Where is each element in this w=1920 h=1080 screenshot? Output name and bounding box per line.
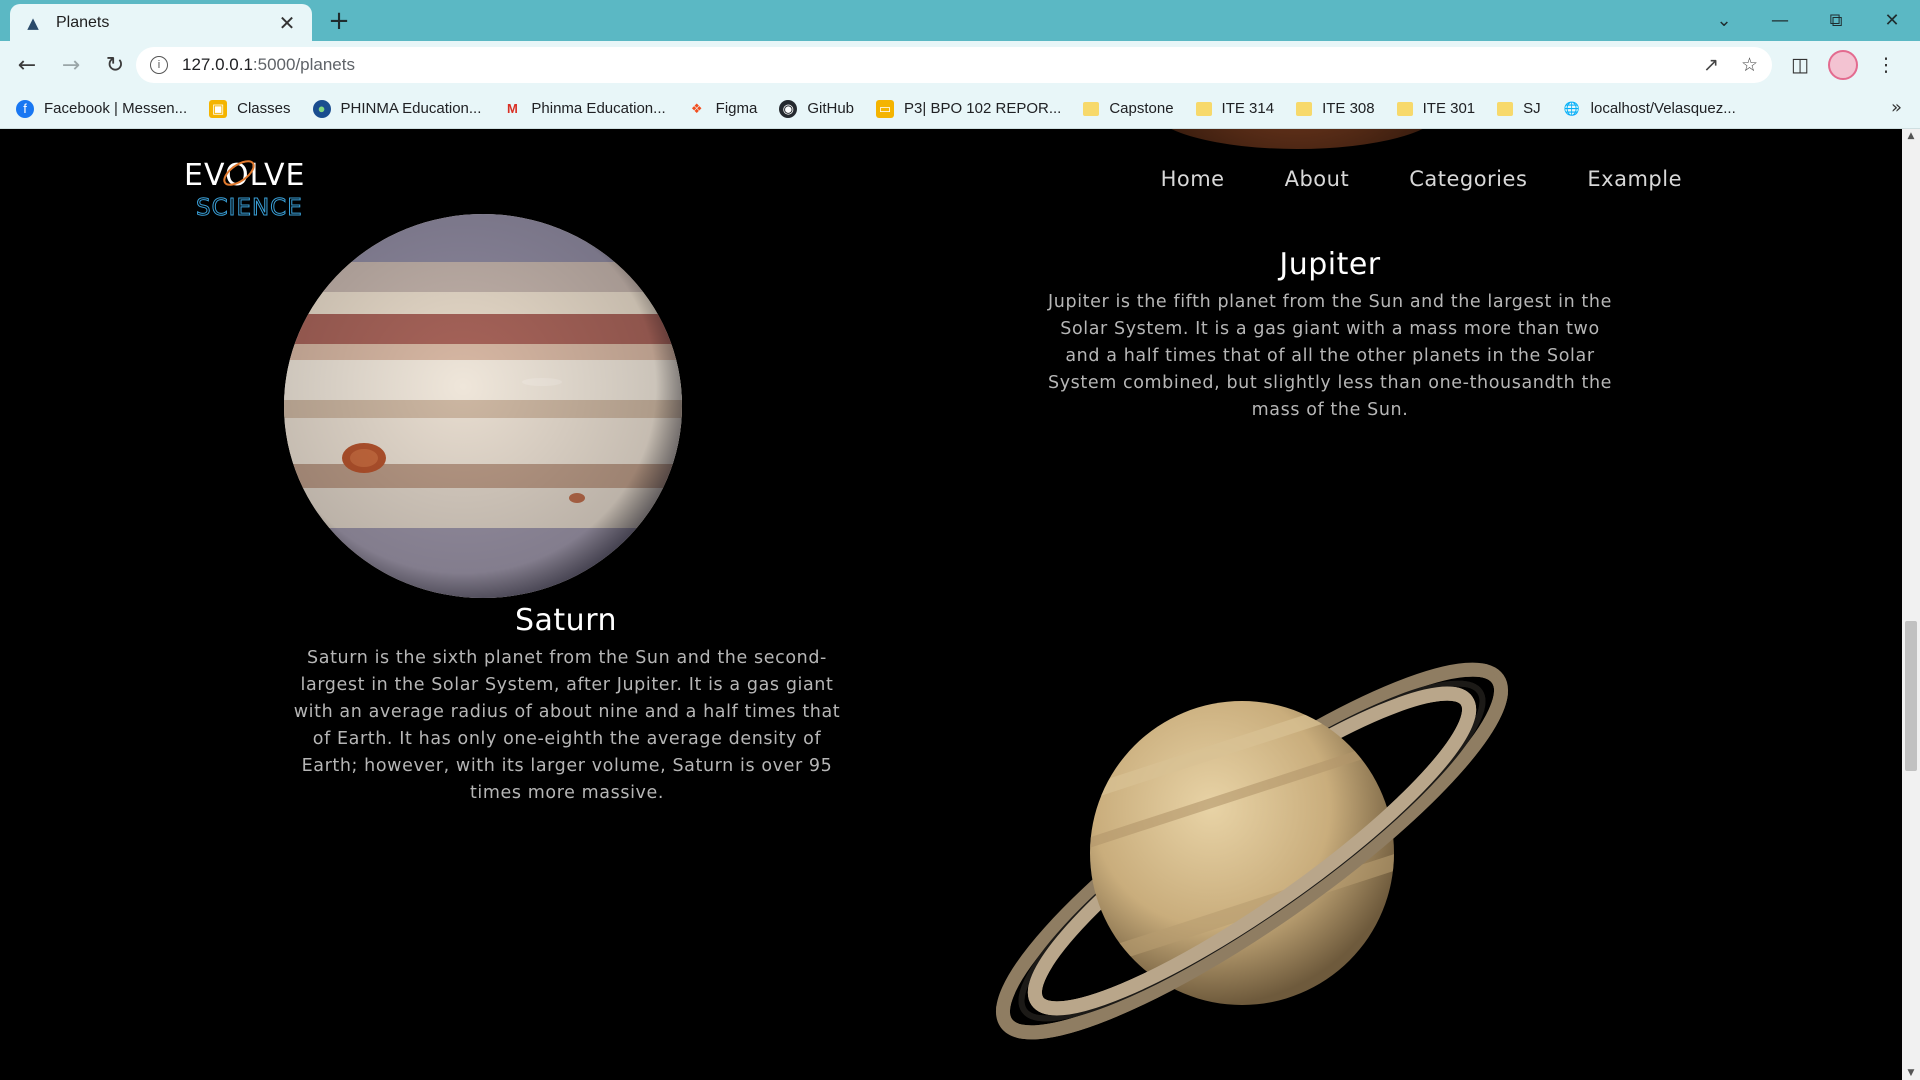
minimize-button[interactable]: — (1752, 0, 1808, 41)
bookmark-label: Capstone (1109, 100, 1174, 117)
bookmark-label: ITE 308 (1322, 100, 1375, 117)
site-nav: Home About Categories Example (1101, 167, 1682, 191)
bookmark-label: Facebook | Messen... (44, 100, 188, 117)
more-bookmarks-chevron-icon[interactable]: » (1891, 97, 1902, 118)
back-arrow-icon[interactable]: ← (10, 48, 44, 82)
rocket-favicon-icon: ▲ (27, 13, 39, 32)
jupiter-planet-image (284, 214, 682, 598)
url-text[interactable]: 127.0.0.1:5000/planets (182, 55, 1681, 75)
browser-toolbar: ← → ↻ i 127.0.0.1:5000/planets ↗ ☆ ◫ ⋮ (0, 41, 1920, 89)
bookmark-github[interactable]: ◉ GitHub (779, 99, 855, 118)
folder-icon (1296, 101, 1313, 116)
toolbar-right: ◫ ⋮ (1780, 47, 1906, 83)
tab-title: Planets (56, 13, 110, 31)
logo-word-evolve: EVOLVE (184, 158, 305, 193)
nav-home-link[interactable]: Home (1161, 167, 1225, 191)
bookmark-facebook[interactable]: f Facebook | Messen... (16, 99, 188, 118)
mars-planet-image (1152, 129, 1442, 149)
slides-icon: ▭ (876, 99, 895, 118)
bookmark-label: Classes (237, 100, 291, 117)
menu-kebab-icon[interactable]: ⋮ (1866, 54, 1906, 76)
address-bar[interactable]: i 127.0.0.1:5000/planets ↗ ☆ (136, 47, 1772, 83)
bookmark-ite-314[interactable]: ITE 314 (1195, 100, 1275, 117)
folder-icon (1396, 101, 1413, 116)
jupiter-description: Jupiter is the fifth planet from the Sun… (1047, 292, 1613, 420)
nav-example-link[interactable]: Example (1587, 167, 1682, 191)
globe-icon: 🌐 (1563, 100, 1580, 116)
jupiter-title: Jupiter (1279, 247, 1381, 282)
scrollbar-thumb[interactable] (1905, 621, 1917, 771)
bookmark-label: localhost/Velasquez... (1590, 100, 1736, 117)
restore-button[interactable]: ⧉ (1808, 0, 1864, 41)
bookmark-classes[interactable]: ▣ Classes (209, 99, 291, 118)
page-viewport: EVOLVE SCIENCE Home About Categories Exa… (0, 129, 1902, 1080)
bookmark-phinma-1[interactable]: ● PHINMA Education... (312, 99, 482, 118)
figma-icon: ❖ (690, 100, 703, 116)
bookmarks-bar: f Facebook | Messen... ▣ Classes ● PHINM… (0, 89, 1920, 129)
bookmark-label: Figma (715, 100, 758, 117)
side-panel-icon[interactable]: ◫ (1780, 54, 1820, 76)
bookmark-label: P3| BPO 102 REPOR... (904, 100, 1062, 117)
saturn-title: Saturn (514, 603, 618, 638)
saturn-description: Saturn is the sixth planet from the Sun … (293, 648, 841, 803)
profile-avatar[interactable] (1828, 50, 1858, 80)
forward-arrow-icon[interactable]: → (54, 48, 88, 82)
classroom-icon: ▣ (209, 99, 228, 118)
github-icon: ◉ (779, 99, 798, 118)
reload-icon[interactable]: ↻ (98, 48, 132, 82)
site-info-icon[interactable]: i (150, 56, 168, 74)
bookmark-label: Phinma Education... (531, 100, 666, 117)
globe-icon: ● (312, 99, 331, 118)
url-path: :5000/planets (252, 55, 355, 74)
nav-categories-link[interactable]: Categories (1409, 167, 1527, 191)
bookmark-label: ITE 314 (1221, 100, 1275, 117)
scroll-down-arrow-icon[interactable]: ▼ (1902, 1068, 1920, 1078)
bookmark-label: ITE 301 (1422, 100, 1476, 117)
bookmark-slides[interactable]: ▭ P3| BPO 102 REPOR... (876, 99, 1062, 118)
folder-icon (1497, 101, 1514, 116)
evolve-science-logo[interactable]: EVOLVE SCIENCE (184, 151, 310, 221)
active-tab[interactable]: ▲ Planets ✕ (10, 4, 312, 41)
scroll-up-arrow-icon[interactable]: ▲ (1902, 131, 1920, 141)
saturn-planet-image (995, 662, 1509, 1040)
nav-about-link[interactable]: About (1285, 167, 1350, 191)
folder-icon (1083, 101, 1100, 116)
bookmark-ite-308[interactable]: ITE 308 (1296, 100, 1375, 117)
vertical-scrollbar[interactable]: ▲ ▼ (1902, 129, 1920, 1080)
bookmark-phinma-2[interactable]: M Phinma Education... (503, 100, 666, 118)
bookmark-sj[interactable]: SJ (1497, 100, 1541, 117)
tab-search-chevron-icon[interactable]: ⌄ (1696, 0, 1752, 41)
bookmark-label: PHINMA Education... (340, 100, 482, 117)
bookmark-label: SJ (1523, 100, 1541, 117)
tab-strip: ▲ Planets ✕ + ⌄ — ⧉ ✕ (0, 0, 1920, 41)
close-window-button[interactable]: ✕ (1864, 0, 1920, 41)
url-host: 127.0.0.1 (182, 55, 253, 74)
bookmark-capstone[interactable]: Capstone (1083, 100, 1174, 117)
window-controls: ⌄ — ⧉ ✕ (1696, 0, 1920, 41)
bookmark-figma[interactable]: ❖ Figma (688, 100, 758, 118)
new-tab-button[interactable]: + (324, 6, 354, 36)
bookmark-label: GitHub (807, 100, 855, 117)
bookmark-ite-301[interactable]: ITE 301 (1396, 100, 1476, 117)
bookmark-star-icon[interactable]: ☆ (1741, 54, 1758, 76)
bookmark-localhost[interactable]: 🌐 localhost/Velasquez... (1563, 100, 1736, 118)
folder-icon (1195, 101, 1212, 116)
tab-close-icon[interactable]: ✕ (276, 11, 298, 35)
share-icon[interactable]: ↗ (1703, 54, 1719, 76)
facebook-icon: f (16, 99, 34, 118)
gmail-icon: M (506, 101, 518, 116)
